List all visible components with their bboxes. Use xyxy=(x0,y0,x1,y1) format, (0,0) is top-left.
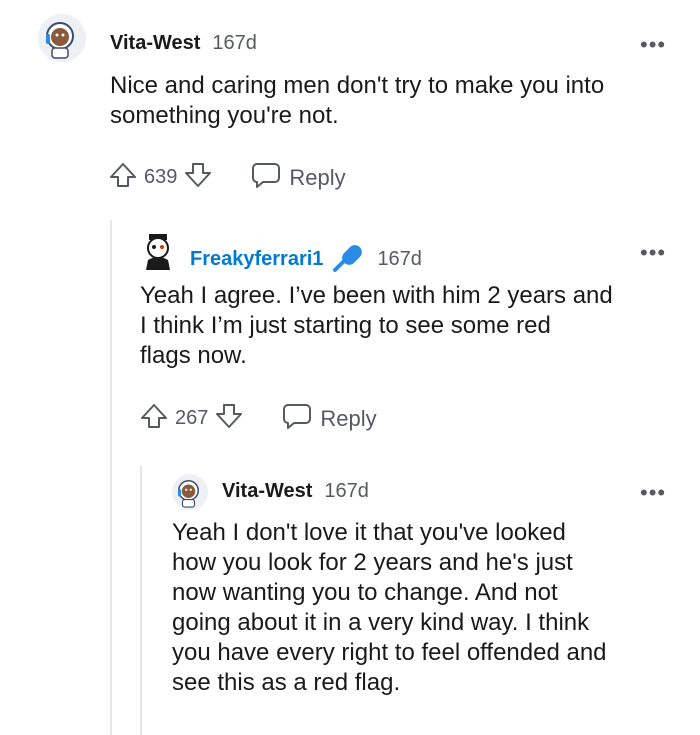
thread-line-level-1[interactable] xyxy=(110,220,112,735)
comment-line: now wanting you to change. And not xyxy=(172,579,558,606)
comment-line: Yeah I don't love it that you've looked xyxy=(172,519,566,546)
reply-label: Reply xyxy=(289,164,346,190)
upvote-arrow-icon[interactable] xyxy=(139,401,169,436)
username[interactable]: Freakyferrari1 xyxy=(190,248,323,271)
comment-body: Yeah I don't love it that you've looked … xyxy=(172,518,607,698)
comment-line: flags now. xyxy=(140,342,247,369)
username[interactable]: Vita-West xyxy=(110,32,200,55)
comment-line: see this as a red flag. xyxy=(172,669,401,696)
comment-line: I think I’m just starting to see some re… xyxy=(140,312,551,339)
comment-line: going about it in a very kind way. I thi… xyxy=(172,609,590,636)
avatar[interactable] xyxy=(172,474,208,510)
comment-line: Yeah I agree. I’ve been with him 2 years… xyxy=(140,282,613,309)
more-options-icon[interactable]: ••• xyxy=(640,242,666,264)
avatar[interactable] xyxy=(38,14,86,62)
reply-button[interactable]: Reply xyxy=(251,161,346,194)
timestamp: 167d xyxy=(377,248,422,270)
thread-line-level-2[interactable] xyxy=(140,466,142,735)
more-options-icon[interactable]: ••• xyxy=(640,34,666,56)
comment-line: how you look for 2 years and he's just xyxy=(172,549,573,576)
speech-bubble-icon xyxy=(251,161,281,194)
speech-bubble-icon xyxy=(282,402,312,435)
vote-count: 639 xyxy=(144,166,178,188)
downvote-arrow-icon[interactable] xyxy=(183,160,213,195)
reply-label: Reply xyxy=(320,405,377,431)
comment-line: something you're not. xyxy=(110,102,339,129)
avatar[interactable] xyxy=(140,232,176,272)
reply-button[interactable]: Reply xyxy=(282,402,377,435)
timestamp: 167d xyxy=(212,32,257,54)
microphone-icon xyxy=(331,240,365,279)
comment-body: Yeah I agree. I’ve been with him 2 years… xyxy=(140,281,613,371)
downvote-arrow-icon[interactable] xyxy=(214,401,244,436)
more-options-icon[interactable]: ••• xyxy=(640,482,666,504)
comment-line: you have every right to feel offended an… xyxy=(172,639,607,666)
comment-line: Nice and caring men don't try to make yo… xyxy=(110,72,605,99)
username[interactable]: Vita-West xyxy=(222,480,312,503)
vote-count: 267 xyxy=(175,407,209,429)
upvote-arrow-icon[interactable] xyxy=(108,160,138,195)
comment-actions: 267 Reply xyxy=(139,401,377,436)
comment-actions: 639 Reply xyxy=(108,160,346,195)
comment-body: Nice and caring men don't try to make yo… xyxy=(110,71,604,131)
timestamp: 167d xyxy=(324,480,369,502)
